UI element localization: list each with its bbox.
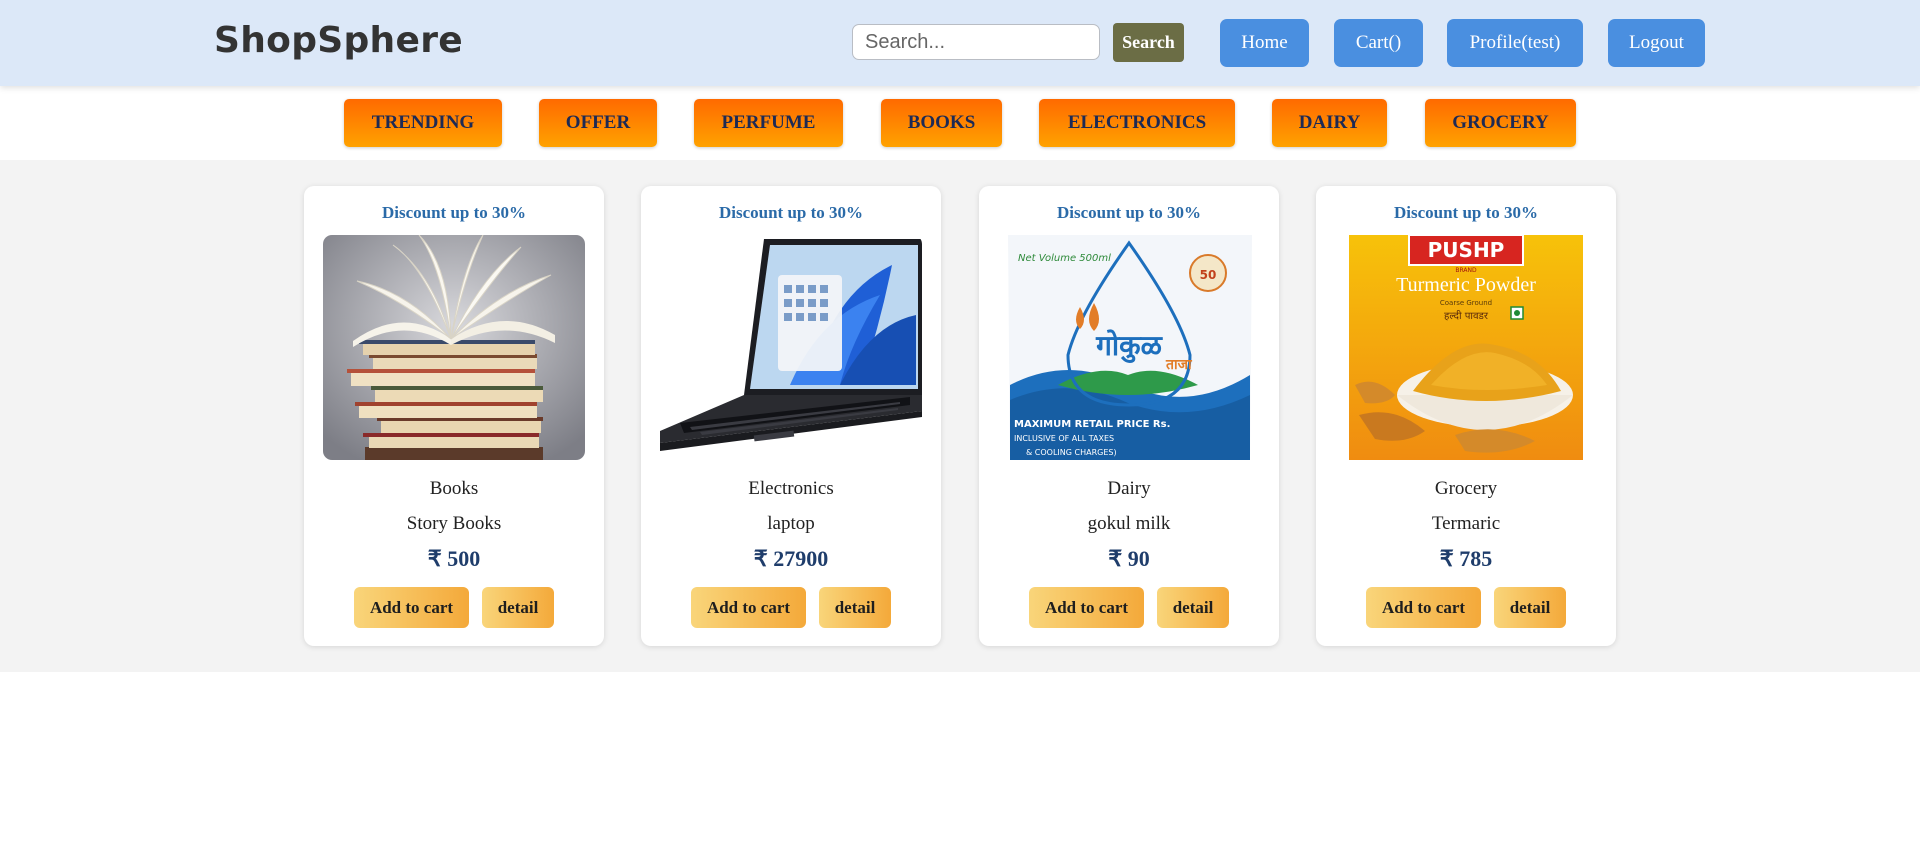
detail-button[interactable]: detail — [1157, 587, 1229, 628]
discount-label: Discount up to 30% — [1056, 203, 1202, 222]
category-trending-button[interactable]: TRENDING — [344, 99, 502, 147]
product-card: Discount up to 30% — [641, 186, 941, 646]
product-name: gokul milk — [1087, 513, 1171, 534]
product-category: Dairy — [1107, 478, 1151, 499]
add-to-cart-button[interactable]: Add to cart — [1366, 587, 1481, 628]
nav-logout-button[interactable]: Logout — [1608, 19, 1705, 67]
milk-mrp-text: MAXIMUM RETAIL PRICE Rs. — [1014, 419, 1170, 430]
discount-label: Discount up to 30% — [718, 203, 864, 222]
milk-brand-text: गोकुळ — [1095, 329, 1164, 363]
nav-cart-button[interactable]: Cart() — [1334, 19, 1423, 67]
product-name: Termaric — [1431, 513, 1501, 534]
product-category: Grocery — [1434, 478, 1498, 499]
category-electronics-button[interactable]: ELECTRONICS — [1039, 99, 1235, 147]
add-to-cart-button[interactable]: Add to cart — [1029, 587, 1144, 628]
product-grid-area — [0, 160, 1920, 672]
product-card: Discount up to 30% PUSHP BRAND Turmeric … — [1316, 186, 1616, 646]
milk-cooling-text: & COOLING CHARGES) — [1026, 448, 1117, 457]
detail-button[interactable]: detail — [482, 587, 554, 628]
nav-profile-button[interactable]: Profile(test) — [1447, 19, 1583, 67]
product-price: ₹ 785 — [1439, 546, 1493, 571]
turmeric-brand-small-text: BRAND — [1455, 267, 1477, 274]
discount-label: Discount up to 30% — [381, 203, 527, 222]
laptop-image[interactable] — [660, 235, 922, 460]
discount-label: Discount up to 30% — [1393, 203, 1539, 222]
search-button[interactable]: Search — [1113, 23, 1184, 62]
turmeric-sub-text: Coarse Ground — [1440, 299, 1492, 307]
brand-logo[interactable]: ShopSphere — [214, 20, 463, 61]
svg-text:50: 50 — [1200, 268, 1217, 282]
turmeric-title-text: Turmeric Powder — [1396, 274, 1536, 296]
category-perfume-button[interactable]: PERFUME — [694, 99, 843, 147]
product-card: Discount up to 30% 50 Net Volume 500ml ग… — [979, 186, 1279, 646]
product-price: ₹ 27900 — [753, 546, 829, 571]
category-dairy-button[interactable]: DAIRY — [1272, 99, 1387, 147]
product-category: Books — [429, 478, 479, 499]
books-stack-image[interactable] — [323, 235, 585, 460]
category-offer-button[interactable]: OFFER — [539, 99, 657, 147]
category-grocery-button[interactable]: GROCERY — [1425, 99, 1576, 147]
turmeric-brand-text: PUSHP — [1428, 238, 1505, 262]
product-price: ₹ 500 — [427, 546, 481, 571]
detail-button[interactable]: detail — [1494, 587, 1566, 628]
nav-home-button[interactable]: Home — [1220, 19, 1309, 67]
milk-tax-text: INCLUSIVE OF ALL TAXES — [1014, 434, 1114, 443]
add-to-cart-button[interactable]: Add to cart — [691, 587, 806, 628]
product-category: Electronics — [748, 478, 834, 499]
product-name: laptop — [767, 513, 815, 534]
search-input[interactable] — [852, 24, 1100, 60]
product-card: Discount up to 30% — [304, 186, 604, 646]
detail-button[interactable]: detail — [819, 587, 891, 628]
milk-volume-text: Net Volume 500ml — [1018, 253, 1111, 264]
turmeric-powder-image[interactable]: PUSHP BRAND Turmeric Powder Coarse Groun… — [1335, 235, 1597, 460]
product-name: Story Books — [406, 513, 502, 534]
turmeric-hindi-text: हल्दी पावडर — [1444, 310, 1489, 322]
product-price: ₹ 90 — [1108, 546, 1150, 571]
milk-sub-text: ताजा — [1165, 357, 1193, 373]
milk-packet-image[interactable]: 50 Net Volume 500ml गोकुळ ताजा MAXIMUM R… — [998, 235, 1260, 460]
category-books-button[interactable]: BOOKS — [881, 99, 1002, 147]
top-header: ShopSphere Search Home Cart() Profile(te… — [0, 0, 1920, 86]
add-to-cart-button[interactable]: Add to cart — [354, 587, 469, 628]
